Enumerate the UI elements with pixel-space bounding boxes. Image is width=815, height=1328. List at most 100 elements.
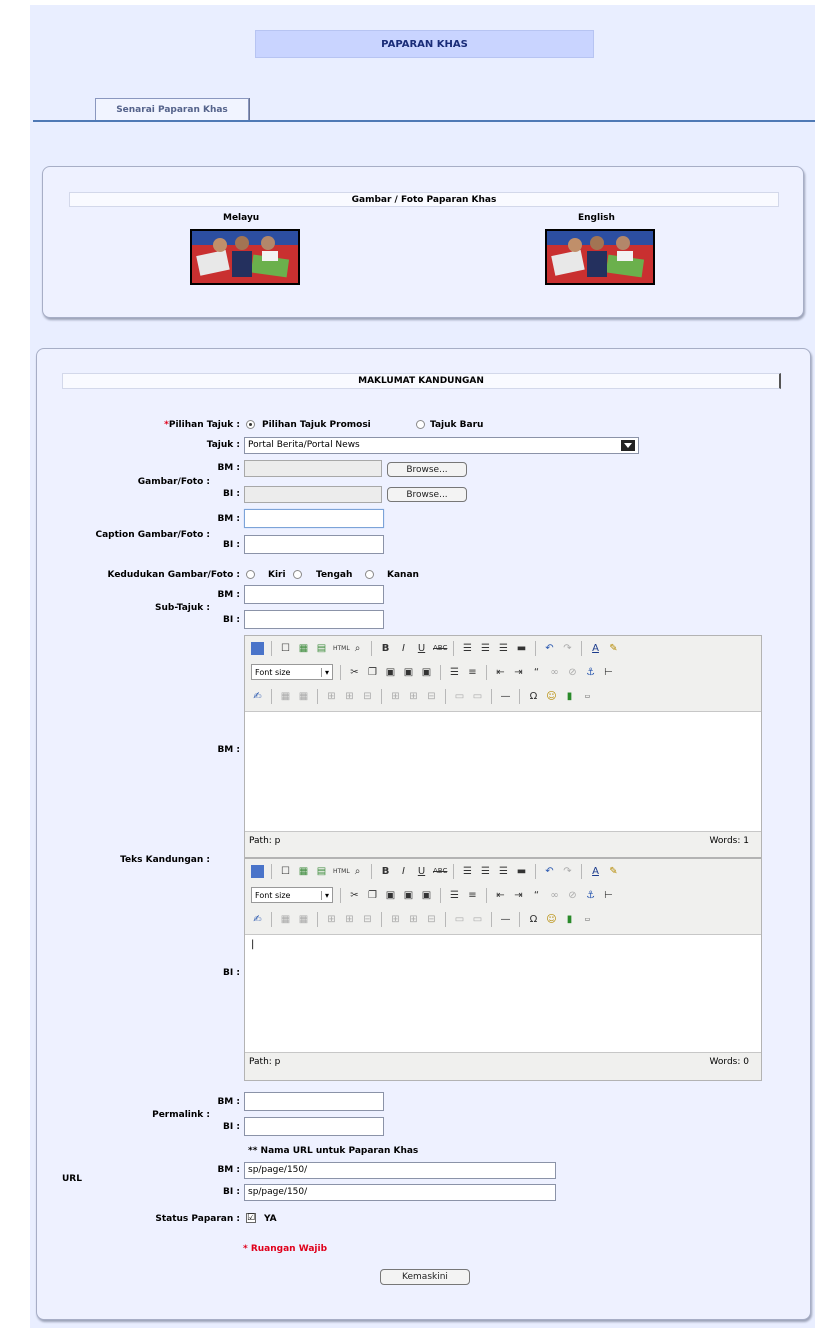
emoticon-icon[interactable]: ☺ (545, 690, 558, 703)
outdent-icon[interactable]: ⇤ (494, 889, 507, 902)
numbered-list-icon[interactable]: ≡ (466, 889, 479, 902)
align-right-icon[interactable]: ☰ (497, 642, 510, 655)
delete-row-icon[interactable]: ⊟ (361, 690, 374, 703)
save-icon[interactable] (251, 641, 264, 655)
anchor-icon[interactable]: ⚓ (584, 889, 597, 902)
paste-icon[interactable]: ▣ (384, 666, 397, 679)
radio-kiri[interactable] (246, 570, 255, 579)
delete-col-icon[interactable]: ⊟ (425, 913, 438, 926)
bold-icon[interactable]: B (379, 865, 392, 878)
italic-icon[interactable]: I (397, 865, 410, 878)
html-icon[interactable]: HTML (333, 865, 350, 878)
hr-icon[interactable]: — (499, 913, 512, 926)
bullet-list-icon[interactable]: ☰ (448, 666, 461, 679)
row-before-icon[interactable]: ⊞ (325, 913, 338, 926)
link-icon[interactable]: ∞ (548, 889, 561, 902)
paste-word-icon[interactable]: ▣ (420, 666, 433, 679)
media-icon[interactable]: ▮ (563, 690, 576, 703)
highlight-icon[interactable]: ✎ (607, 865, 620, 878)
align-center-icon[interactable]: ☰ (479, 642, 492, 655)
align-right-icon[interactable]: ☰ (497, 865, 510, 878)
undo-icon[interactable]: ↶ (543, 642, 556, 655)
link-icon[interactable]: ∞ (548, 666, 561, 679)
editor-content-bm[interactable] (245, 711, 761, 832)
caption-bm-input[interactable] (244, 509, 384, 528)
permalink-bm-input[interactable] (244, 1092, 384, 1111)
hr-icon[interactable]: — (499, 690, 512, 703)
row-after-icon[interactable]: ⊞ (343, 690, 356, 703)
subtajuk-bi-input[interactable] (244, 610, 384, 629)
table-icon[interactable]: ▦ (297, 865, 310, 878)
special-char-icon[interactable]: Ω (527, 690, 540, 703)
table-icon[interactable]: ▦ (297, 642, 310, 655)
url-bi-input[interactable]: sp/page/150/ (244, 1184, 556, 1201)
col-before-icon[interactable]: ⊞ (389, 913, 402, 926)
code-icon[interactable]: ▭ (581, 913, 594, 926)
font-color-icon[interactable]: A (589, 865, 602, 878)
copy-icon[interactable]: ❐ (366, 666, 379, 679)
col-after-icon[interactable]: ⊞ (407, 690, 420, 703)
thumbnail-bm[interactable] (190, 229, 300, 285)
anchor-icon[interactable]: ⚓ (584, 666, 597, 679)
indent-icon[interactable]: ⇥ (512, 666, 525, 679)
italic-icon[interactable]: I (397, 642, 410, 655)
table-props-icon[interactable]: ▦ (279, 913, 292, 926)
radio-kanan[interactable] (365, 570, 374, 579)
col-before-icon[interactable]: ⊞ (389, 690, 402, 703)
col-after-icon[interactable]: ⊞ (407, 913, 420, 926)
font-size-select[interactable]: Font size ▾ (251, 664, 333, 680)
bullet-list-icon[interactable]: ☰ (448, 889, 461, 902)
align-center-icon[interactable]: ☰ (479, 865, 492, 878)
unlink-icon[interactable]: ⊘ (566, 666, 579, 679)
paste-text-icon[interactable]: ▣ (402, 889, 415, 902)
cell-props-icon[interactable]: ▦ (297, 690, 310, 703)
preview-icon[interactable]: ⌕ (351, 865, 364, 878)
redo-icon[interactable]: ↷ (561, 642, 574, 655)
insert-icon[interactable]: ▤ (315, 642, 328, 655)
radio-pilihan-tajuk-promosi[interactable] (246, 420, 255, 429)
preview-icon[interactable]: ⌕ (351, 642, 364, 655)
delete-col-icon[interactable]: ⊟ (425, 690, 438, 703)
gambar-bm-file-input[interactable] (244, 460, 382, 477)
merge-cells-icon[interactable]: ▭ (453, 913, 466, 926)
url-bm-input[interactable]: sp/page/150/ (244, 1162, 556, 1179)
strikethrough-icon[interactable]: ABC (433, 865, 447, 878)
split-cells-icon[interactable]: ▭ (471, 690, 484, 703)
browse-bm-button[interactable]: Browse... (387, 462, 467, 477)
underline-icon[interactable]: U (415, 642, 428, 655)
split-cells-icon[interactable]: ▭ (471, 913, 484, 926)
new-document-icon[interactable]: ☐ (279, 642, 292, 655)
horizontal-rule-icon[interactable]: ⊢ (602, 889, 615, 902)
thumbnail-bi[interactable] (545, 229, 655, 285)
cell-props-icon[interactable]: ▦ (297, 913, 310, 926)
radio-tajuk-baru[interactable] (416, 420, 425, 429)
browse-bi-button[interactable]: Browse... (387, 487, 467, 502)
permalink-bi-input[interactable] (244, 1117, 384, 1136)
save-icon[interactable] (251, 864, 264, 878)
row-before-icon[interactable]: ⊞ (325, 690, 338, 703)
font-size-select[interactable]: Font size ▾ (251, 887, 333, 903)
numbered-list-icon[interactable]: ≡ (466, 666, 479, 679)
blockquote-icon[interactable]: “ (530, 666, 543, 679)
unlink-icon[interactable]: ⊘ (566, 889, 579, 902)
delete-row-icon[interactable]: ⊟ (361, 913, 374, 926)
insert-icon[interactable]: ▤ (315, 865, 328, 878)
code-icon[interactable]: ▭ (581, 690, 594, 703)
paste-icon[interactable]: ▣ (384, 889, 397, 902)
subtajuk-bm-input[interactable] (244, 585, 384, 604)
status-checkbox[interactable]: ☑ (246, 1213, 256, 1223)
undo-icon[interactable]: ↶ (543, 865, 556, 878)
emoticon-icon[interactable]: ☺ (545, 913, 558, 926)
justify-icon[interactable]: ▬ (515, 642, 528, 655)
copy-icon[interactable]: ❐ (366, 889, 379, 902)
editor-content-bi[interactable]: | (245, 934, 761, 1053)
tab-senarai-paparan-khas[interactable]: Senarai Paparan Khas (95, 98, 249, 120)
outdent-icon[interactable]: ⇤ (494, 666, 507, 679)
strikethrough-icon[interactable]: ABC (433, 642, 447, 655)
edit-icon[interactable]: ✍ (251, 913, 264, 926)
blockquote-icon[interactable]: “ (530, 889, 543, 902)
redo-icon[interactable]: ↷ (561, 865, 574, 878)
paste-text-icon[interactable]: ▣ (402, 666, 415, 679)
edit-icon[interactable]: ✍ (251, 690, 264, 703)
font-color-icon[interactable]: A (589, 642, 602, 655)
